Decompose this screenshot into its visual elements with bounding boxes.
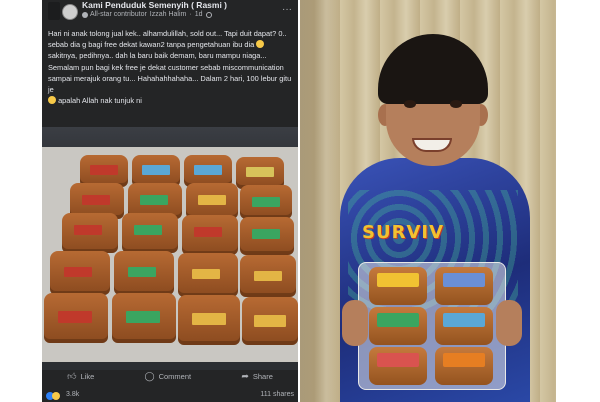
eye: [404, 100, 416, 108]
reaction-count[interactable]: 3.8k: [66, 391, 79, 398]
boxed-cake: [435, 347, 493, 385]
post-text-part-3: apalah Allah nak tunjuk ni: [58, 96, 142, 106]
boxed-cake: [435, 267, 493, 305]
cake: [62, 213, 118, 253]
hand: [342, 300, 368, 346]
author-name[interactable]: Izzah Halim: [150, 11, 187, 18]
child-photo: SURVIV: [300, 0, 556, 402]
cake-label: [134, 225, 162, 235]
cake-label: [443, 313, 485, 327]
post-photo[interactable]: [42, 127, 298, 370]
reaction-icons: [46, 392, 60, 400]
comment-label: Comment: [158, 371, 192, 381]
more-options-icon[interactable]: ···: [282, 4, 292, 15]
boxed-cake: [369, 267, 427, 305]
share-button[interactable]: ➦ Share: [241, 371, 273, 382]
cake-label: [252, 229, 280, 239]
cake-label: [377, 313, 419, 327]
post-text-part-2: sakitnya, pedihnya.. dah la baru baik de…: [48, 51, 292, 95]
cake: [240, 255, 296, 297]
cake-label: [194, 227, 222, 237]
boxed-cake: [369, 307, 427, 345]
sad-emoji-icon: [48, 96, 56, 105]
cake-label: [194, 165, 222, 175]
cake: [178, 295, 240, 345]
cake-label: [82, 195, 110, 205]
cake-label: [64, 267, 92, 277]
post-action-bar: 👍︎ Like ◯ Comment ➦ Share: [42, 364, 298, 388]
globe-icon: [205, 11, 212, 18]
post-meta: All-star contributor Izzah Halim · 1d: [82, 11, 212, 18]
post-text-part-1: Hari ni anak tolong jual kek.. alhamduli…: [48, 29, 287, 50]
like-button[interactable]: 👍︎ Like: [67, 371, 94, 382]
cake: [182, 215, 238, 255]
badge-label: All-star contributor: [90, 11, 147, 18]
meta-separator: ·: [189, 11, 192, 18]
boxed-cake: [435, 307, 493, 345]
cake-label: [128, 267, 156, 277]
cake-label: [252, 197, 280, 207]
cake-label: [58, 311, 92, 323]
cake-label: [142, 165, 170, 175]
comment-button[interactable]: ◯ Comment: [145, 371, 192, 382]
group-name[interactable]: Kami Penduduk Semenyih ( Rasmi ): [82, 0, 227, 10]
boxed-cake: [369, 347, 427, 385]
cake-label: [254, 271, 282, 281]
post-time[interactable]: 1d: [195, 11, 203, 18]
post-text: Hari ni anak tolong jual kek.. alhamduli…: [48, 28, 294, 106]
share-label: Share: [252, 371, 273, 381]
cake: [186, 183, 238, 219]
eye: [450, 100, 462, 108]
cake: [114, 251, 174, 295]
shirt-print: SURVIV: [362, 222, 444, 243]
cake-label: [198, 195, 226, 205]
cake-box: [358, 262, 506, 390]
crying-emoji-icon: [256, 40, 265, 49]
haha-reaction-icon: [52, 392, 60, 400]
contributor-badge: All-star contributor: [82, 11, 147, 18]
facebook-post: Kami Penduduk Semenyih ( Rasmi ) All-sta…: [42, 0, 298, 402]
cake-label: [246, 167, 274, 177]
cake-label: [377, 273, 419, 287]
cake-tray: [42, 147, 298, 362]
cake: [242, 297, 298, 345]
cake-label: [443, 273, 485, 287]
screenshot-canvas: Kami Penduduk Semenyih ( Rasmi ) All-sta…: [0, 0, 600, 402]
cake-label: [74, 225, 102, 235]
cake-label: [140, 195, 168, 205]
post-header: Kami Penduduk Semenyih ( Rasmi ) All-sta…: [42, 0, 298, 24]
cake-label: [192, 269, 220, 279]
like-label: Like: [80, 371, 95, 381]
share-icon: ➦: [241, 370, 249, 381]
cake: [178, 253, 238, 297]
comment-icon: ◯: [144, 370, 155, 381]
curtain-shadow: [300, 0, 340, 402]
cake-label: [126, 311, 160, 323]
cake: [240, 185, 292, 219]
share-count[interactable]: 111 shares: [260, 391, 294, 398]
hand: [496, 300, 522, 346]
cake: [112, 293, 176, 343]
cake-label: [377, 353, 419, 367]
thumbs-up-icon: 👍︎: [67, 370, 77, 381]
app-logo-icon: [48, 2, 60, 20]
cake-label: [192, 313, 226, 325]
reaction-summary[interactable]: 3.8k 111 shares: [42, 390, 298, 402]
avatar[interactable]: [62, 4, 78, 20]
cake: [122, 213, 178, 253]
cake: [50, 251, 110, 295]
badge-icon: [82, 11, 88, 18]
cake: [240, 217, 294, 255]
cake-label: [90, 165, 118, 175]
cake-label: [254, 315, 286, 327]
cake-label: [443, 353, 485, 367]
cake: [44, 293, 108, 343]
